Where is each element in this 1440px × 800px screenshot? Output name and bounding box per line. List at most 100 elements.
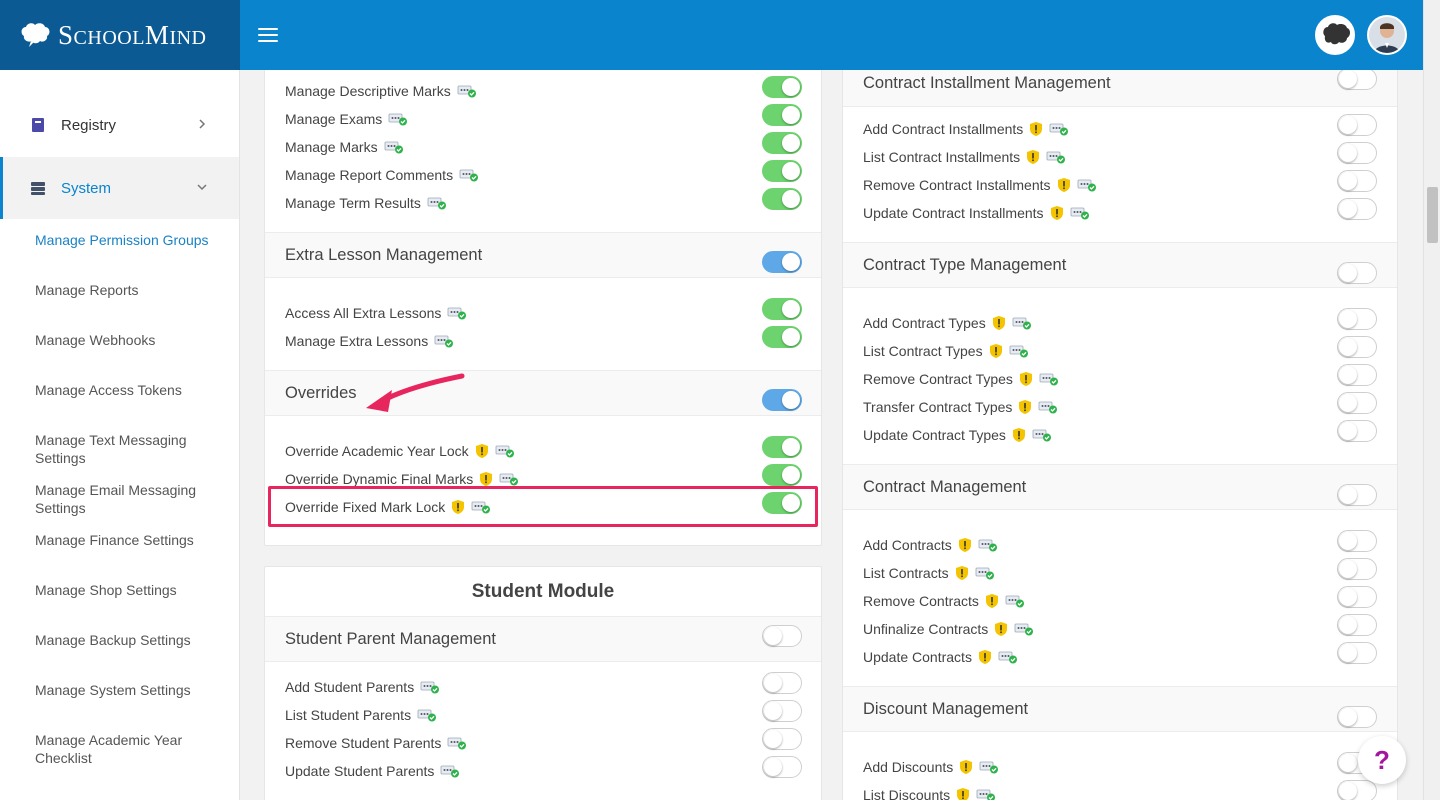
permission-toggle[interactable] bbox=[1337, 142, 1377, 164]
sidebar-subitem-academic-year-checklist[interactable]: Manage Academic Year Checklist bbox=[35, 731, 225, 767]
permission-toggle[interactable] bbox=[1337, 614, 1377, 636]
toggle-knob bbox=[782, 438, 800, 456]
sidebar-subitem-shop[interactable]: Manage Shop Settings bbox=[35, 581, 225, 599]
permission-toggle[interactable] bbox=[762, 326, 802, 348]
api-check-icon bbox=[1009, 345, 1028, 358]
permission-toggle[interactable] bbox=[1337, 420, 1377, 442]
warning-shield-icon bbox=[978, 650, 991, 664]
permission-toggle[interactable] bbox=[1337, 364, 1377, 386]
registry-icon bbox=[32, 118, 44, 132]
permission-toggle[interactable] bbox=[1337, 642, 1377, 664]
perm-row: Manage Descriptive Marks bbox=[285, 79, 477, 103]
permission-toggle[interactable] bbox=[1337, 114, 1377, 136]
logo-text: SCHOOLMIND bbox=[58, 19, 207, 50]
toggle-knob bbox=[1339, 532, 1357, 550]
api-check-icon bbox=[978, 539, 997, 552]
permission-toggle[interactable] bbox=[1337, 70, 1377, 90]
sidebar-subitem-text-messaging[interactable]: Manage Text Messaging Settings bbox=[35, 431, 225, 467]
permission-toggle[interactable] bbox=[1337, 262, 1377, 284]
logo[interactable]: SCHOOLMIND bbox=[0, 0, 240, 70]
api-check-icon bbox=[388, 113, 408, 126]
permission-toggle[interactable] bbox=[762, 251, 802, 273]
permission-toggle[interactable] bbox=[1337, 170, 1377, 192]
permission-toggle[interactable] bbox=[1337, 586, 1377, 608]
perm-row: Manage Exams bbox=[285, 107, 408, 131]
api-check-icon bbox=[384, 141, 403, 154]
api-check-icon bbox=[1014, 623, 1034, 636]
perm-row: Access All Extra Lessons bbox=[285, 301, 467, 325]
permission-toggle[interactable] bbox=[762, 76, 802, 98]
sidebar-subitem-finance[interactable]: Manage Finance Settings bbox=[35, 531, 225, 549]
toggle-knob bbox=[1339, 310, 1357, 328]
permission-toggle[interactable] bbox=[762, 104, 802, 126]
toggle-knob bbox=[1339, 264, 1357, 282]
toggle-knob bbox=[782, 300, 800, 318]
menu-toggle-icon[interactable] bbox=[258, 28, 278, 44]
database-icon bbox=[31, 182, 45, 195]
sidebar-subitem-webhooks[interactable]: Manage Webhooks bbox=[35, 331, 225, 349]
permission-toggle[interactable] bbox=[1337, 336, 1377, 358]
perm-row: Manage Term Results bbox=[285, 191, 447, 215]
permission-toggle[interactable] bbox=[762, 728, 802, 750]
toggle-knob bbox=[1339, 70, 1357, 88]
sidebar-item-system[interactable]: System bbox=[0, 157, 239, 219]
perm-row: Manage Report Comments bbox=[285, 163, 479, 187]
section-header-extra-lesson: Extra Lesson Management bbox=[265, 232, 821, 278]
permission-toggle[interactable] bbox=[762, 389, 802, 411]
permission-toggle[interactable] bbox=[1337, 780, 1377, 800]
sidebar-subitem-reports[interactable]: Manage Reports bbox=[35, 281, 225, 299]
perm-row: Unfinalize Contracts bbox=[863, 617, 1034, 641]
warning-shield-icon bbox=[960, 760, 973, 774]
perm-row: Remove Contract Installments bbox=[863, 173, 1097, 197]
warning-shield-icon bbox=[1057, 178, 1070, 192]
permission-toggle[interactable] bbox=[762, 625, 802, 647]
toggle-knob bbox=[782, 106, 800, 124]
toggle-knob bbox=[782, 78, 800, 96]
help-button[interactable]: ? bbox=[1358, 736, 1406, 784]
permission-toggle[interactable] bbox=[1337, 530, 1377, 552]
permission-toggle[interactable] bbox=[762, 464, 802, 486]
sidebar-subitem-email-messaging[interactable]: Manage Email Messaging Settings bbox=[35, 481, 225, 517]
api-check-icon bbox=[1046, 151, 1066, 164]
permission-toggle[interactable] bbox=[1337, 706, 1377, 728]
permission-toggle[interactable] bbox=[762, 132, 802, 154]
brain-logo-icon bbox=[21, 23, 50, 47]
permission-toggle[interactable] bbox=[762, 492, 802, 514]
permission-toggle[interactable] bbox=[762, 700, 802, 722]
permission-toggle[interactable] bbox=[762, 188, 802, 210]
permission-toggle[interactable] bbox=[762, 672, 802, 694]
sidebar-subitem-backup[interactable]: Manage Backup Settings bbox=[35, 631, 225, 649]
permission-toggle[interactable] bbox=[1337, 484, 1377, 506]
sidebar-item-registry[interactable]: Registry bbox=[0, 94, 239, 156]
api-check-icon bbox=[1077, 179, 1096, 192]
toggle-knob bbox=[764, 627, 782, 645]
api-check-icon bbox=[441, 765, 460, 778]
section-header-student-parent: Student Parent Management bbox=[265, 616, 821, 662]
api-check-icon bbox=[499, 473, 519, 486]
scrollbar[interactable] bbox=[1423, 0, 1440, 800]
user-avatar[interactable] bbox=[1367, 15, 1407, 55]
perm-row: Remove Student Parents bbox=[285, 731, 467, 755]
permission-toggle[interactable] bbox=[1337, 392, 1377, 414]
warning-shield-icon bbox=[957, 788, 970, 800]
toggle-knob bbox=[1339, 200, 1357, 218]
permission-toggle[interactable] bbox=[1337, 558, 1377, 580]
api-check-icon bbox=[448, 737, 467, 750]
sidebar-subitem-system-settings[interactable]: Manage System Settings bbox=[35, 681, 225, 699]
toggle-knob bbox=[1339, 588, 1357, 606]
permission-toggle[interactable] bbox=[762, 436, 802, 458]
warning-shield-icon bbox=[1019, 372, 1032, 386]
permission-toggle[interactable] bbox=[762, 160, 802, 182]
permission-toggle[interactable] bbox=[1337, 308, 1377, 330]
permission-toggle[interactable] bbox=[1337, 198, 1377, 220]
toggle-knob bbox=[782, 253, 800, 271]
sidebar-subitem-permission-groups[interactable]: Manage Permission Groups bbox=[35, 231, 225, 249]
section-header-contracts: Contract Management bbox=[843, 464, 1397, 510]
sidebar-subitem-access-tokens[interactable]: Manage Access Tokens bbox=[35, 381, 225, 399]
toggle-knob bbox=[1339, 782, 1357, 800]
school-avatar[interactable] bbox=[1315, 15, 1355, 55]
permission-toggle[interactable] bbox=[762, 298, 802, 320]
scrollbar-thumb[interactable] bbox=[1427, 187, 1438, 243]
permission-toggle[interactable] bbox=[762, 756, 802, 778]
toggle-knob bbox=[1339, 486, 1357, 504]
